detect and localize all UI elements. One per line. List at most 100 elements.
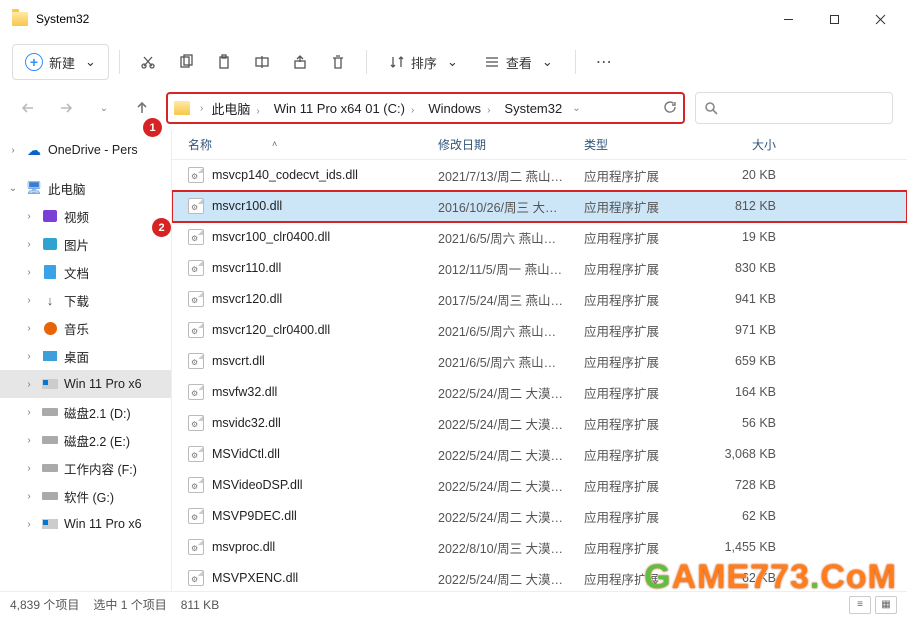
expand-icon[interactable]: › <box>6 145 20 156</box>
sidebar-item[interactable]: ›磁盘2.1 (D:) <box>0 398 171 426</box>
file-row[interactable]: ⚙msvcr100_clr0400.dll2021/6/5/周六 燕山月…应用程… <box>172 222 907 253</box>
expand-icon[interactable]: › <box>22 379 36 390</box>
expand-icon[interactable]: › <box>22 351 36 362</box>
paste-button[interactable] <box>206 44 242 80</box>
dll-file-icon: ⚙ <box>188 167 204 183</box>
expand-icon[interactable]: › <box>22 491 36 502</box>
expand-icon[interactable]: › <box>22 435 36 446</box>
file-row[interactable]: ⚙msvidc32.dll2022/5/24/周二 大漠…应用程序扩展56 KB <box>172 408 907 439</box>
forward-button[interactable] <box>52 94 80 122</box>
share-button[interactable] <box>282 44 318 80</box>
sidebar-item[interactable]: ›↓下载 <box>0 286 171 314</box>
view-toggle: ≡ ▦ <box>849 596 897 614</box>
column-type[interactable]: 类型 <box>576 136 694 153</box>
minimize-button[interactable] <box>765 3 811 35</box>
file-size: 941 KB <box>694 292 784 306</box>
breadcrumb-item[interactable]: Windows› <box>424 101 500 116</box>
file-name: msvidc32.dll <box>212 416 281 430</box>
list-view-button[interactable]: ≡ <box>849 596 871 614</box>
column-size[interactable]: 大小 <box>694 136 784 153</box>
address-bar[interactable]: › 此电脑› Win 11 Pro x64 01 (C:)› Windows› … <box>166 92 685 124</box>
file-row[interactable]: ⚙msvfw32.dll2022/5/24/周二 大漠…应用程序扩展164 KB <box>172 377 907 408</box>
breadcrumb-item[interactable]: 此电脑› <box>207 99 269 118</box>
sidebar-item[interactable]: ›Win 11 Pro x6 <box>0 510 171 538</box>
chevron-down-icon[interactable]: ⌄ <box>566 103 586 114</box>
file-row[interactable]: ⚙msvcrt.dll2021/6/5/周六 燕山月…应用程序扩展659 KB <box>172 346 907 377</box>
sidebar-item[interactable]: ›视频 <box>0 202 171 230</box>
sidebar-item[interactable]: ›图片 <box>0 230 171 258</box>
file-size: 62 KB <box>694 571 784 585</box>
expand-icon[interactable]: › <box>22 463 36 474</box>
docs-icon <box>42 264 58 280</box>
back-button[interactable] <box>14 94 42 122</box>
sidebar-item-label: 此电脑 <box>48 179 86 198</box>
new-button[interactable]: + 新建 ⌄ <box>12 44 109 80</box>
cut-button[interactable] <box>130 44 166 80</box>
dll-file-icon: ⚙ <box>188 322 204 338</box>
breadcrumb-item[interactable]: System32 <box>500 101 566 116</box>
new-label: 新建 <box>49 53 75 72</box>
close-button[interactable] <box>857 3 903 35</box>
sort-caret-icon: ˄ <box>272 139 277 149</box>
expand-icon[interactable]: › <box>22 211 36 222</box>
view-button[interactable]: 查看 ⌄ <box>472 44 565 80</box>
breadcrumb-item[interactable]: Win 11 Pro x64 01 (C:)› <box>270 101 425 116</box>
download-icon: ↓ <box>42 292 58 308</box>
sidebar-item[interactable]: ›音乐 <box>0 314 171 342</box>
file-date: 2021/7/13/周二 燕山… <box>430 166 576 185</box>
dll-file-icon: ⚙ <box>188 570 204 586</box>
search-input[interactable] <box>695 92 893 124</box>
expand-icon[interactable]: › <box>22 295 36 306</box>
refresh-button[interactable] <box>663 100 677 117</box>
file-type: 应用程序扩展 <box>576 166 694 185</box>
dll-file-icon: ⚙ <box>188 477 204 493</box>
history-button[interactable]: ⌄ <box>90 94 118 122</box>
more-button[interactable]: ⋯ <box>586 44 622 80</box>
sidebar-item-label: Win 11 Pro x6 <box>64 377 142 391</box>
rename-button[interactable] <box>244 44 280 80</box>
grid-view-button[interactable]: ▦ <box>875 596 897 614</box>
expand-icon[interactable]: ⌄ <box>6 183 20 194</box>
file-name: MSVPXENC.dll <box>212 571 298 585</box>
sidebar-item[interactable]: ⌄🖥此电脑 <box>0 174 171 202</box>
chevron-right-icon: › <box>196 103 207 114</box>
maximize-button[interactable] <box>811 3 857 35</box>
sidebar-item[interactable]: › Win 11 Pro x6 <box>0 370 171 398</box>
sort-button[interactable]: 排序 ⌄ <box>377 44 470 80</box>
file-row[interactable]: ⚙msvcr120_clr0400.dll2021/6/5/周六 燕山月…应用程… <box>172 315 907 346</box>
expand-icon[interactable]: › <box>22 239 36 250</box>
file-date: 2021/6/5/周六 燕山月… <box>430 228 576 247</box>
file-row[interactable]: ⚙MSVPXENC.dll2022/5/24/周二 大漠…应用程序扩展62 KB <box>172 563 907 591</box>
file-type: 应用程序扩展 <box>576 569 694 588</box>
file-row[interactable]: ⚙MSVP9DEC.dll2022/5/24/周二 大漠…应用程序扩展62 KB <box>172 501 907 532</box>
expand-icon[interactable]: › <box>22 267 36 278</box>
expand-icon[interactable]: › <box>22 323 36 334</box>
sidebar-item[interactable]: › 磁盘2.2 (E:) <box>0 426 171 454</box>
sidebar-item[interactable]: ›工作内容 (F:) <box>0 454 171 482</box>
sidebar-item-label: 磁盘2.2 (E:) <box>64 431 130 450</box>
music-icon <box>42 320 58 336</box>
delete-button[interactable] <box>320 44 356 80</box>
folder-icon <box>12 12 28 26</box>
dll-file-icon: ⚙ <box>188 415 204 431</box>
file-name: msvcp140_codecvt_ids.dll <box>212 168 358 182</box>
sidebar-item-label: 桌面 <box>64 347 89 366</box>
file-row[interactable]: ⚙msvproc.dll2022/8/10/周三 大漠…应用程序扩展1,455 … <box>172 532 907 563</box>
sidebar-item[interactable]: › 桌面 <box>0 342 171 370</box>
column-date[interactable]: 修改日期 <box>430 136 576 153</box>
sidebar-item[interactable]: ›软件 (G:) <box>0 482 171 510</box>
sidebar: ›☁OneDrive - Pers⌄🖥此电脑›视频›图片›文档›↓下载›音乐›桌… <box>0 130 171 591</box>
expand-icon[interactable]: › <box>22 407 36 418</box>
column-name[interactable]: 名称˄ <box>180 136 430 153</box>
sidebar-item[interactable]: ›☁OneDrive - Pers <box>0 136 171 164</box>
sidebar-item[interactable]: ›文档 <box>0 258 171 286</box>
copy-button[interactable] <box>168 44 204 80</box>
file-size: 19 KB <box>694 230 784 244</box>
file-row[interactable]: ⚙msvcr120.dll2017/5/24/周三 燕山…应用程序扩展941 K… <box>172 284 907 315</box>
file-row[interactable]: ⚙MSVidCtl.dll2022/5/24/周二 大漠…应用程序扩展3,068… <box>172 439 907 470</box>
file-row[interactable]: ⚙MSVideoDSP.dll2022/5/24/周二 大漠…应用程序扩展728… <box>172 470 907 501</box>
file-row[interactable]: ⚙msvcr110.dll2012/11/5/周一 燕山…应用程序扩展830 K… <box>172 253 907 284</box>
file-row[interactable]: ⚙ msvcp140_codecvt_ids.dll 2021/7/13/周二 燕山… <box>172 160 907 191</box>
expand-icon[interactable]: › <box>22 519 36 530</box>
file-row[interactable]: ⚙msvcr100.dll2016/10/26/周三 大…应用程序扩展812 K… <box>172 191 907 222</box>
